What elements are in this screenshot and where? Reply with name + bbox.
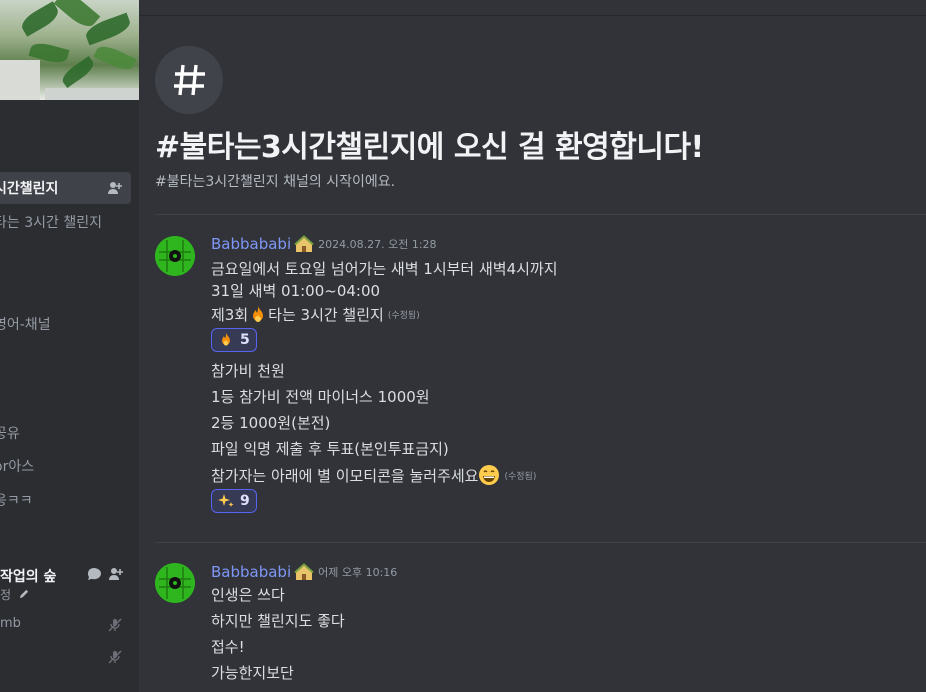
- message-list: #불타는3시간챌린지에 오신 걸 환영합니다! #불타는3시간챌린지 채널의 시…: [139, 16, 926, 692]
- channel-label: 공유: [0, 426, 20, 442]
- add-member-icon[interactable]: [107, 180, 123, 196]
- chat-icon[interactable]: [86, 566, 102, 586]
- reaction-sparkles[interactable]: 9: [211, 489, 257, 513]
- voice-status-text: 정: [0, 588, 12, 602]
- welcome-subtitle: #불타는3시간챌린지 채널의 시작이에요.: [155, 174, 396, 190]
- house-icon: [294, 235, 314, 253]
- avatar[interactable]: [155, 236, 195, 276]
- divider: [155, 214, 926, 215]
- message-line: 파일 익명 제출 후 투표(본인투표금지): [211, 440, 449, 458]
- add-member-icon[interactable]: [108, 566, 124, 586]
- message-text: 제3회: [211, 306, 249, 324]
- edited-label: (수정됨): [504, 471, 537, 482]
- message-header: Babbababi 어제 오후 10:16: [211, 563, 397, 581]
- message-line: 접수!: [211, 638, 245, 656]
- message-line: 1등 참가비 전액 마이너스 1000원: [211, 388, 430, 406]
- message-line-edited: 제3회 타는 3시간 챌린지 (수정됨): [211, 304, 420, 325]
- reaction-count: 5: [240, 332, 250, 348]
- mic-muted-icon: [108, 617, 122, 632]
- timestamp: 2024.08.27. 오전 1:28: [318, 238, 437, 251]
- author-name[interactable]: Babbababi: [211, 235, 291, 253]
- channel-item[interactable]: or아스: [0, 450, 131, 482]
- avatar[interactable]: [155, 563, 195, 603]
- channel-item[interactable]: 응ㅋㅋ: [0, 484, 131, 516]
- divider: [155, 542, 926, 543]
- message-text: 타는 3시간 챌린지: [268, 306, 384, 324]
- welcome-title: #불타는3시간챌린지에 오신 걸 환영합니다!: [155, 130, 704, 165]
- fire-emoji-icon: [248, 305, 268, 325]
- channel-label: 타는 3시간 챌린지: [0, 215, 102, 231]
- message-line: 가능한지보단: [211, 664, 294, 682]
- message-line: 2등 1000원(본전): [211, 414, 331, 432]
- grin-emoji-icon: [478, 464, 500, 486]
- channel-hash-icon: [155, 46, 223, 114]
- channel-label: 시간챌린지: [0, 181, 59, 197]
- message-line: 참가비 천원: [211, 362, 285, 380]
- channel-label: 응ㅋㅋ: [0, 493, 33, 509]
- channel-item[interactable]: 영어-채널: [0, 308, 131, 340]
- voice-user[interactable]: mb: [0, 616, 21, 631]
- mic-muted-icon: [108, 649, 122, 664]
- server-banner: [0, 0, 139, 100]
- edited-label: (수정됨): [387, 311, 420, 321]
- house-icon: [294, 563, 314, 581]
- channel-label: or아스: [0, 459, 35, 475]
- voice-status: 정: [0, 586, 29, 603]
- message-header: Babbababi 2024.08.27. 오전 1:28: [211, 235, 437, 253]
- reaction-fire[interactable]: 5: [211, 328, 257, 352]
- message-line: 하지만 챌린지도 좋다: [211, 612, 345, 630]
- channel-sidebar: 시간챌린지 타는 3시간 챌린지 영어-채널 공유 or아스 응ㅋㅋ 작업의 숲…: [0, 0, 139, 692]
- channel-item[interactable]: 타는 3시간 챌린지: [0, 206, 131, 238]
- message-line-edited: 참가자는 아래에 별 이모티콘을 눌러주세요 (수정됨): [211, 464, 536, 486]
- channel-item[interactable]: 공유: [0, 417, 131, 449]
- message-line: 31일 새벽 01:00~04:00: [211, 282, 381, 300]
- voice-channel-title[interactable]: 작업의 숲: [0, 566, 56, 586]
- fire-emoji-icon: [218, 332, 234, 348]
- timestamp: 어제 오후 10:16: [318, 566, 398, 579]
- message-line: 인생은 쓰다: [211, 586, 285, 604]
- message-line: 금요일에서 토요일 넘어가는 새벽 1시부터 새벽4시까지: [211, 260, 558, 278]
- pencil-icon[interactable]: [18, 589, 29, 603]
- reaction-count: 9: [240, 493, 250, 509]
- message-text: 참가자는 아래에 별 이모티콘을 눌러주세요: [211, 466, 479, 485]
- channel-item-active[interactable]: 시간챌린지: [0, 172, 131, 204]
- channel-header: [139, 0, 926, 16]
- author-name[interactable]: Babbababi: [211, 563, 291, 581]
- channel-label: 영어-채널: [0, 317, 51, 333]
- sparkles-emoji-icon: [218, 493, 234, 509]
